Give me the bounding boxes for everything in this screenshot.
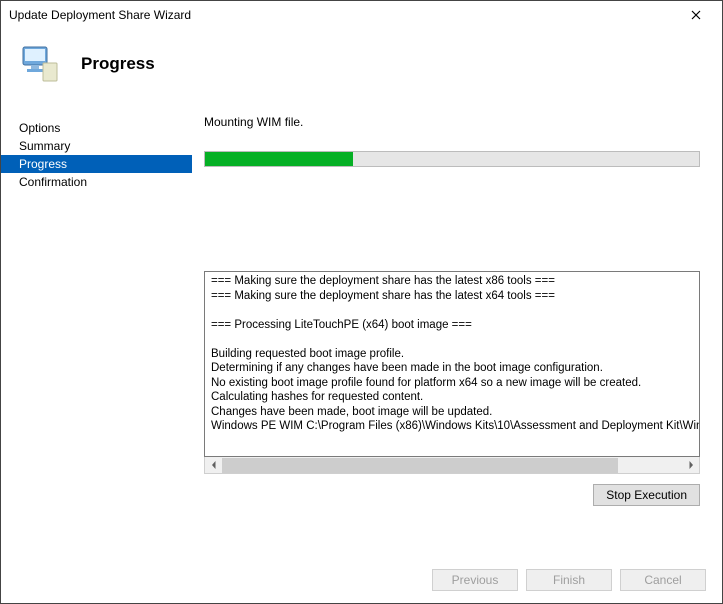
chevron-right-icon [687, 461, 695, 469]
nav-item-options[interactable]: Options [1, 119, 192, 137]
status-text: Mounting WIM file. [204, 115, 700, 129]
scroll-left-button[interactable] [205, 458, 222, 473]
progress-fill [205, 152, 353, 166]
log-output[interactable]: === Making sure the deployment share has… [204, 271, 700, 457]
chevron-left-icon [210, 461, 218, 469]
cancel-button: Cancel [620, 569, 706, 591]
scroll-thumb[interactable] [222, 458, 618, 473]
page-title: Progress [81, 54, 155, 74]
finish-button: Finish [526, 569, 612, 591]
stop-execution-button[interactable]: Stop Execution [593, 484, 700, 506]
footer-buttons: Previous Finish Cancel [432, 569, 706, 591]
title-bar: Update Deployment Share Wizard [1, 1, 722, 29]
header: Progress [1, 29, 722, 93]
wizard-icon [15, 39, 65, 89]
nav-sidebar: Options Summary Progress Confirmation [1, 93, 192, 506]
nav-item-confirmation[interactable]: Confirmation [1, 173, 192, 191]
nav-item-progress[interactable]: Progress [1, 155, 192, 173]
close-button[interactable] [678, 5, 714, 25]
scroll-track[interactable] [222, 458, 682, 473]
progress-bar [204, 151, 700, 167]
scroll-right-button[interactable] [682, 458, 699, 473]
previous-button: Previous [432, 569, 518, 591]
close-icon [691, 10, 701, 20]
nav-item-summary[interactable]: Summary [1, 137, 192, 155]
window-title: Update Deployment Share Wizard [9, 8, 678, 22]
horizontal-scrollbar[interactable] [204, 457, 700, 474]
content-area: Mounting WIM file. === Making sure the d… [192, 93, 722, 506]
